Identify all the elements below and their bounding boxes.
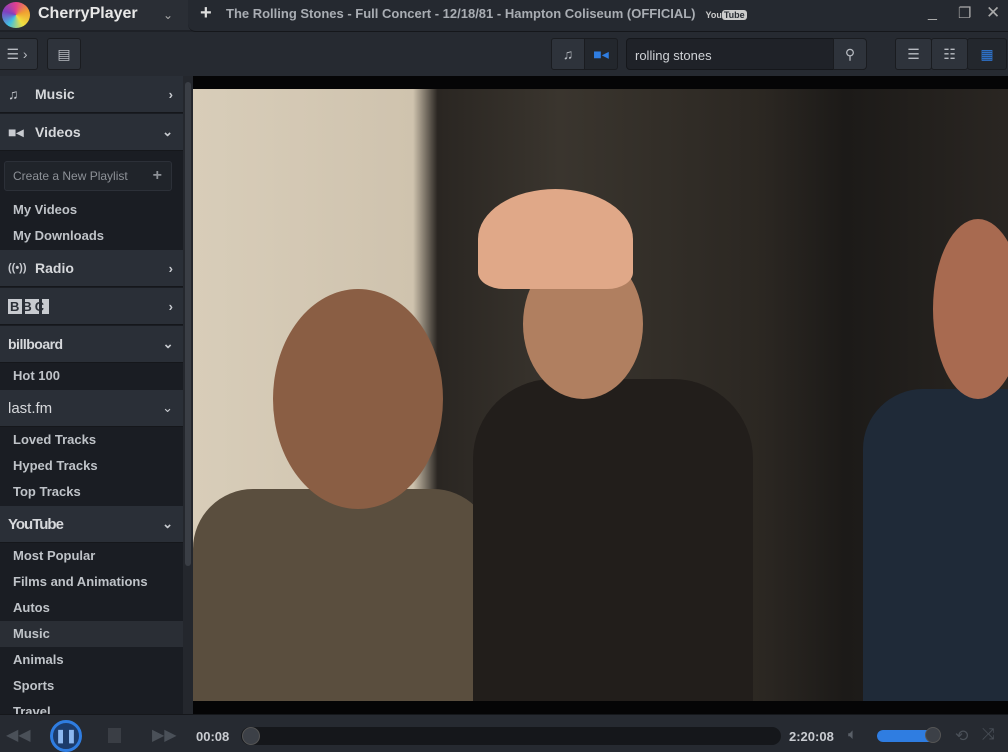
sidebar-bbc[interactable]: BBC › xyxy=(0,288,183,325)
volume-slider[interactable] xyxy=(877,727,941,743)
seek-bar[interactable] xyxy=(241,727,781,745)
sidebar-radio[interactable]: ((•)) Radio › xyxy=(0,250,183,287)
duration-time: 2:20:08 xyxy=(789,729,834,744)
stop-button[interactable] xyxy=(108,728,121,743)
search-box: ⚲ xyxy=(626,38,867,70)
video-content xyxy=(473,379,753,701)
search-icon: ⚲ xyxy=(844,45,856,62)
sidebar-item-loved-tracks[interactable]: Loved Tracks xyxy=(0,427,183,453)
create-playlist-button[interactable]: Create a New Playlist + xyxy=(4,161,172,191)
sidebar-item-hot-100[interactable]: Hot 100 xyxy=(0,363,183,389)
next-button[interactable]: ▶▶ xyxy=(152,725,177,745)
sidebar-billboard[interactable]: billboard ⌄ xyxy=(0,326,183,363)
sidebar-item-top-tracks[interactable]: Top Tracks xyxy=(0,479,183,505)
video-frame[interactable] xyxy=(193,89,1008,701)
bbc-logo: BBC xyxy=(8,298,50,314)
chevron-right-icon: › xyxy=(168,298,173,314)
radio-icon: ((•)) xyxy=(8,262,27,274)
youtube-logo-icon: You Tube xyxy=(705,9,747,20)
chevron-down-icon: ⌄ xyxy=(162,400,173,415)
volume-handle[interactable] xyxy=(925,727,941,743)
music-mode-button[interactable]: ♫ xyxy=(551,38,585,70)
chevron-down-icon: ⌄ xyxy=(162,124,173,139)
sidebar-music[interactable]: ♫ Music › xyxy=(0,76,183,113)
video-content xyxy=(478,189,633,289)
sidebar-item-travel[interactable]: Travel xyxy=(0,699,183,714)
new-tab-plus-icon[interactable]: + xyxy=(200,2,212,25)
sidebar: ♫ Music › ■◂ Videos ⌄ Create a New Playlist +… xyxy=(0,76,183,714)
sidebar-label: Music xyxy=(35,86,75,102)
menu-icon: ☰ › xyxy=(6,45,28,62)
sidebar-toggle-button[interactable]: ☰ › xyxy=(0,38,38,70)
video-player[interactable] xyxy=(193,76,1008,714)
music-note-icon: ♫ xyxy=(562,46,574,62)
close-icon[interactable]: ✕ xyxy=(986,3,1000,23)
sidebar-videos[interactable]: ■◂ Videos ⌄ xyxy=(0,114,183,151)
app-menu-chevron-icon[interactable]: ⌄ xyxy=(163,8,173,22)
sidebar-item-autos[interactable]: Autos xyxy=(0,595,183,621)
previous-button[interactable]: ◀◀ xyxy=(6,725,31,745)
billboard-logo: billboard xyxy=(8,336,63,352)
sidebar-label: Videos xyxy=(35,124,81,140)
grid-icon: ▦ xyxy=(980,45,994,62)
sidebar-lastfm[interactable]: last.fm ⌄ xyxy=(0,390,183,427)
chevron-down-icon: ⌄ xyxy=(162,516,173,531)
chevron-down-icon: ⌄ xyxy=(162,336,174,351)
video-mode-button[interactable]: ■◂ xyxy=(584,38,618,70)
sidebar-item-music[interactable]: Music xyxy=(0,621,183,647)
detail-list-icon: ☷ xyxy=(943,45,956,62)
video-content xyxy=(193,489,493,701)
chevron-right-icon: › xyxy=(168,86,173,102)
playlist-view-button[interactable]: ▤ xyxy=(47,38,81,70)
sidebar-youtube[interactable]: YouTube ⌄ xyxy=(0,506,183,543)
music-note-icon: ♫ xyxy=(8,86,19,102)
create-playlist-label: Create a New Playlist xyxy=(13,169,128,183)
tab-current[interactable]: The Rolling Stones - Full Concert - 12/1… xyxy=(226,6,747,21)
sidebar-item-animals[interactable]: Animals xyxy=(0,647,183,673)
video-camera-icon: ■◂ xyxy=(8,123,24,140)
scrollbar-thumb[interactable] xyxy=(185,82,191,566)
pause-icon: ❚❚ xyxy=(55,728,77,743)
shuffle-icon[interactable]: ⤨ xyxy=(982,726,995,744)
lastfm-logo: last.fm xyxy=(8,399,53,417)
tab-title: The Rolling Stones - Full Concert - 12/1… xyxy=(226,6,696,21)
video-content xyxy=(273,289,443,509)
sidebar-item-films-and-animations[interactable]: Films and Animations xyxy=(0,569,183,595)
sidebar-item-my-downloads[interactable]: My Downloads xyxy=(0,223,183,249)
list-icon: ☰ xyxy=(907,45,920,62)
seek-handle[interactable] xyxy=(241,727,260,745)
volume-icon[interactable]: 🔈︎ xyxy=(848,726,857,743)
youtube-logo: YouTube xyxy=(8,515,64,533)
sidebar-item-hyped-tracks[interactable]: Hyped Tracks xyxy=(0,453,183,479)
minimize-icon[interactable]: _ xyxy=(928,4,937,22)
app-title: CherryPlayer xyxy=(38,5,138,22)
sidebar-scrollbar[interactable] xyxy=(183,76,193,714)
pause-button[interactable]: ❚❚ xyxy=(50,720,82,752)
cherryplayer-logo xyxy=(2,2,30,28)
elapsed-time: 00:08 xyxy=(196,729,230,744)
detail-view-button[interactable]: ☷ xyxy=(931,38,968,70)
sidebar-label: Radio xyxy=(35,260,74,276)
search-button[interactable]: ⚲ xyxy=(833,38,867,70)
video-camera-icon: ■◂ xyxy=(593,45,609,62)
playlist-icon: ▤ xyxy=(57,45,71,62)
plus-icon: + xyxy=(152,167,162,184)
sidebar-item-most-popular[interactable]: Most Popular xyxy=(0,543,183,569)
chevron-right-icon: › xyxy=(168,260,173,276)
repeat-icon[interactable]: ⟲ xyxy=(955,726,968,746)
search-input[interactable] xyxy=(635,45,831,65)
sidebar-item-sports[interactable]: Sports xyxy=(0,673,183,699)
grid-view-button[interactable]: ▦ xyxy=(967,38,1007,70)
list-view-button[interactable]: ☰ xyxy=(895,38,932,70)
restore-icon[interactable]: ❐ xyxy=(958,4,971,22)
video-content xyxy=(863,389,1008,701)
video-content xyxy=(933,219,1008,399)
sidebar-item-my-videos[interactable]: My Videos xyxy=(0,197,183,223)
